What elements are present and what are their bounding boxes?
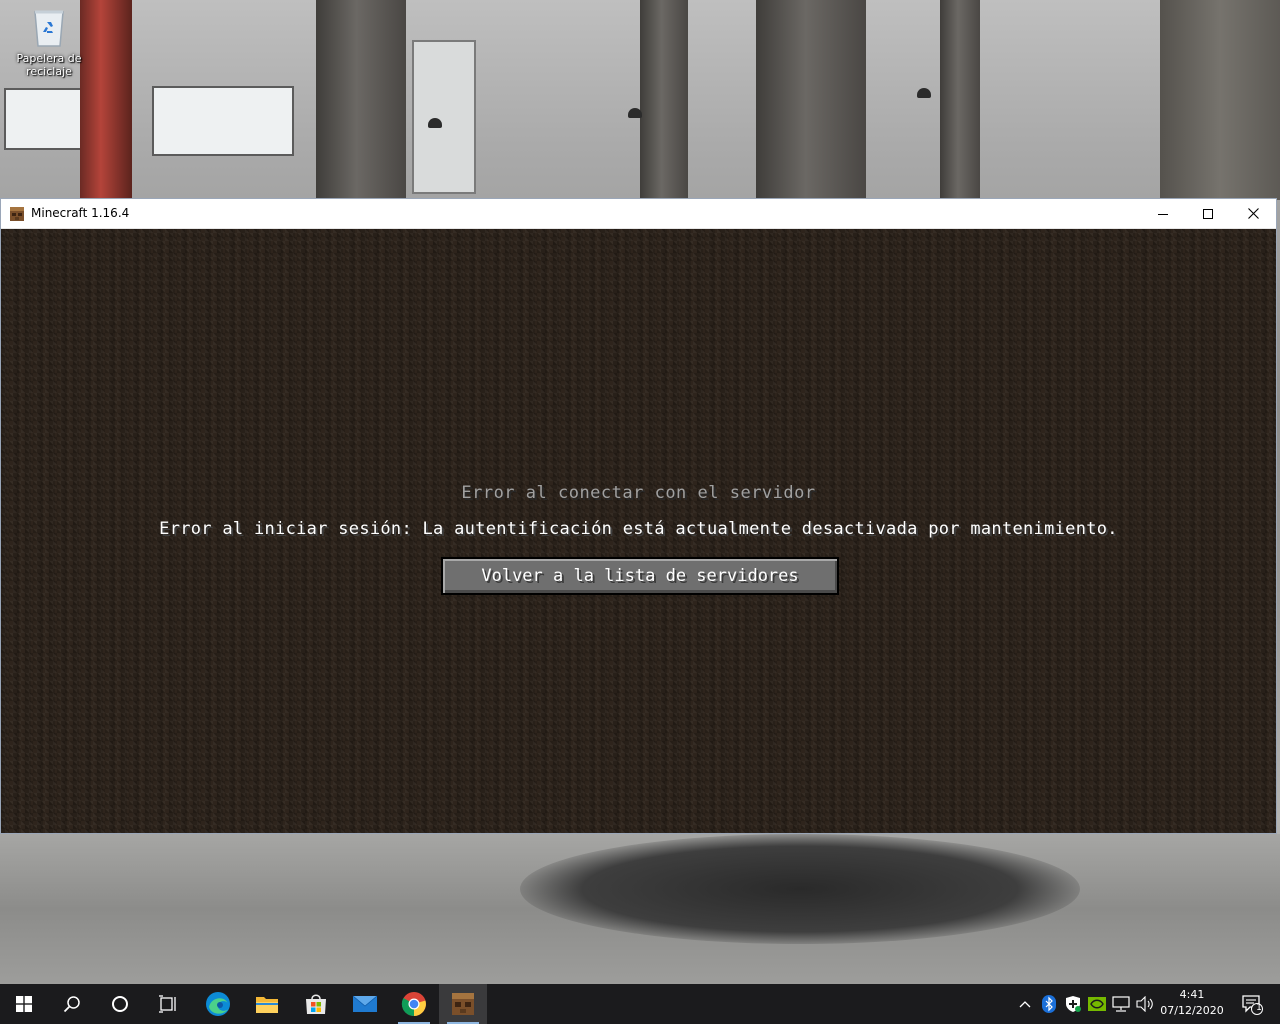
- show-hidden-icons-button[interactable]: [1014, 984, 1036, 1024]
- minimize-icon: [1158, 213, 1168, 215]
- error-message: Error al iniciar sesión: La autentificac…: [159, 519, 1118, 539]
- wallpaper-pillar: [640, 0, 688, 200]
- minecraft-taskbar-button[interactable]: [439, 984, 487, 1024]
- edge-icon: [206, 992, 230, 1016]
- file-explorer-icon: [256, 997, 278, 1013]
- minecraft-icon: [452, 993, 474, 1015]
- store-button[interactable]: [292, 984, 340, 1024]
- cortana-icon: [112, 996, 128, 1012]
- start-icon: [16, 996, 32, 1012]
- maximize-button[interactable]: [1185, 199, 1231, 228]
- game-screen: Error al conectar con el servidor Error …: [1, 229, 1276, 833]
- minimize-button[interactable]: [1140, 199, 1186, 228]
- task-view-button[interactable]: [144, 984, 192, 1024]
- chrome-icon: [401, 992, 426, 1017]
- volume-icon: [1136, 996, 1153, 1012]
- wallpaper-shadow: [520, 834, 1080, 944]
- wallpaper-window: [4, 88, 90, 150]
- maximize-icon: [1203, 208, 1213, 219]
- window-title: Minecraft 1.16.4: [31, 206, 130, 220]
- task-view-icon: [159, 995, 176, 1013]
- file-explorer-button[interactable]: [243, 984, 291, 1024]
- cortana-button[interactable]: [96, 984, 144, 1024]
- clock-time: 4:41: [1179, 988, 1205, 1001]
- error-heading: Error al conectar con el servidor: [461, 483, 816, 503]
- search-icon: [63, 996, 80, 1013]
- wallpaper-lamp: [917, 88, 931, 98]
- nvidia-tray-button[interactable]: [1086, 984, 1108, 1024]
- edge-button[interactable]: [194, 984, 242, 1024]
- search-button[interactable]: [48, 984, 96, 1024]
- clock-date: 07/12/2020: [1160, 1004, 1224, 1017]
- wallpaper-lamp: [428, 118, 442, 128]
- volume-tray-button[interactable]: [1134, 984, 1156, 1024]
- close-icon: [1247, 208, 1259, 219]
- mail-button[interactable]: [341, 984, 389, 1024]
- nvidia-icon: [1088, 997, 1106, 1011]
- mail-icon: [352, 995, 378, 1012]
- bluetooth-icon: [1042, 995, 1056, 1013]
- window-titlebar[interactable]: Minecraft 1.16.4: [1, 199, 1276, 229]
- wallpaper-window: [152, 86, 294, 156]
- start-button[interactable]: [0, 984, 48, 1024]
- recycle-bin-label: Papelera de reciclaje: [16, 52, 82, 78]
- wallpaper-window: [412, 40, 476, 194]
- minecraft-icon: [10, 206, 24, 221]
- close-button[interactable]: [1230, 199, 1276, 228]
- chrome-button[interactable]: [390, 984, 438, 1024]
- security-tray-button[interactable]: [1062, 984, 1084, 1024]
- chevron-up-icon: [1019, 1001, 1031, 1008]
- wallpaper-pillar: [940, 0, 980, 200]
- notification-count: 1: [1256, 1003, 1262, 1013]
- network-tray-button[interactable]: [1110, 984, 1132, 1024]
- wallpaper-lamp: [628, 108, 642, 118]
- wallpaper-pillar: [756, 0, 866, 200]
- network-icon: [1112, 996, 1130, 1012]
- recycle-bin-icon: [31, 8, 67, 48]
- recycle-bin-shortcut[interactable]: Papelera de reciclaje: [10, 6, 88, 78]
- bluetooth-tray-button[interactable]: [1038, 984, 1060, 1024]
- minecraft-window[interactable]: Minecraft 1.16.4 Error al conectar con e…: [0, 198, 1277, 834]
- wallpaper-pillar: [316, 0, 406, 200]
- back-to-server-list-button[interactable]: Volver a la lista de servidores: [441, 557, 839, 595]
- wallpaper-pillar: [1160, 0, 1280, 200]
- store-icon: [306, 994, 326, 1014]
- taskbar: 4:41 07/12/2020 1: [0, 984, 1280, 1024]
- taskbar-clock[interactable]: 4:41 07/12/2020: [1158, 987, 1226, 1019]
- security-icon: [1066, 996, 1081, 1012]
- action-center-button[interactable]: 1: [1232, 984, 1272, 1024]
